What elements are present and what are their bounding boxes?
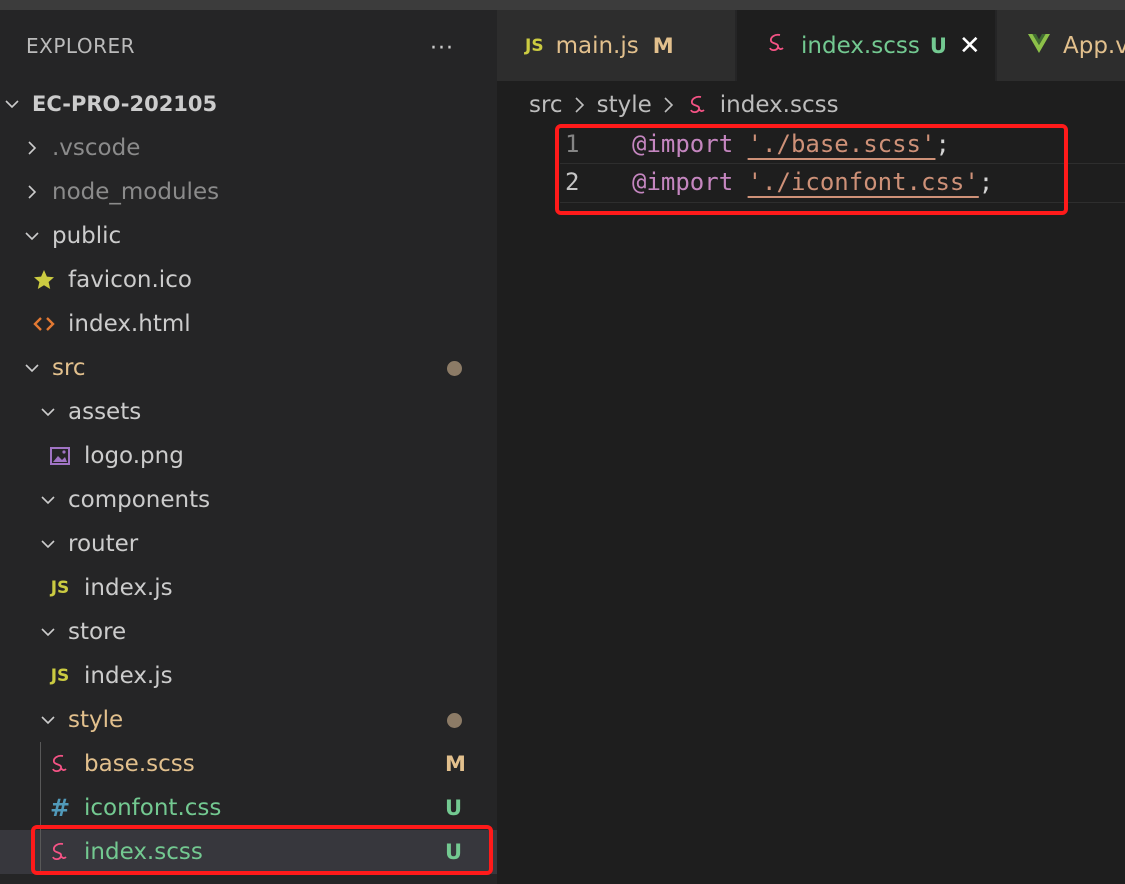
tree-folder-src[interactable]: src: [0, 346, 497, 390]
chevron-down-icon: [36, 522, 60, 566]
chevron-right-icon: [20, 126, 44, 170]
chevron-down-icon: [36, 610, 60, 654]
chevron-down-icon: [0, 82, 24, 126]
tree-item-label: components: [68, 487, 211, 513]
editor-tab-bar: JS main.js M index.scss U ✕ App.v: [497, 10, 1125, 81]
modified-dot: [447, 712, 462, 728]
sidebar-highlight-box: [31, 825, 493, 875]
chevron-down-icon: [36, 390, 60, 434]
chevron-down-icon: [20, 214, 44, 258]
breadcrumb: src style index.scss: [529, 88, 839, 122]
tree-file-base-scss[interactable]: base.scss M: [0, 742, 497, 786]
tree-file-index-html[interactable]: index.html: [0, 302, 497, 346]
tab-label: main.js: [555, 32, 639, 59]
tree-folder-store[interactable]: store: [0, 610, 497, 654]
breadcrumb-item[interactable]: style: [597, 92, 652, 118]
more-actions-icon[interactable]: ···: [430, 36, 454, 61]
tab-main-js[interactable]: JS main.js M: [497, 10, 735, 81]
tree-item-label: .vscode: [52, 135, 141, 161]
tree-item-label: style: [68, 707, 124, 733]
tree-file-store-index-js[interactable]: JS index.js: [0, 654, 497, 698]
tree-folder-node-modules[interactable]: node_modules: [0, 170, 497, 214]
tree-item-label: index.html: [68, 311, 191, 337]
tree-item-label: router: [68, 531, 139, 557]
tree-file-logo-png[interactable]: logo.png: [0, 434, 497, 478]
chevron-down-icon: [36, 478, 60, 522]
workspace-root[interactable]: EC-PRO-202105: [0, 82, 497, 126]
tree-folder-router[interactable]: router: [0, 522, 497, 566]
chevron-right-icon: [573, 96, 587, 114]
tab-index-scss[interactable]: index.scss U ✕: [737, 10, 995, 81]
tree-file-iconfont-css[interactable]: # iconfont.css U: [0, 786, 497, 830]
tree-item-label: logo.png: [84, 443, 184, 469]
explorer-header: EXPLORER: [0, 10, 497, 82]
explorer-title: EXPLORER: [26, 34, 135, 58]
tree-item-label: iconfont.css: [84, 795, 222, 821]
css-hash-icon: #: [49, 794, 71, 822]
git-status-untracked: U: [929, 33, 947, 58]
tree-item-label: node_modules: [52, 179, 220, 205]
tree-folder-style[interactable]: style: [0, 698, 497, 742]
js-icon: JS: [525, 35, 544, 56]
git-status-modified: M: [445, 752, 466, 776]
git-status-untracked: U: [445, 796, 463, 820]
tab-label: index.scss: [801, 32, 920, 59]
tree-item-label: public: [52, 223, 122, 249]
tree-item-label: index.js: [84, 663, 173, 689]
explorer-sidebar: EXPLORER ··· EC-PRO-202105 .vscode node_…: [0, 10, 497, 884]
tree-item-label: favicon.ico: [68, 267, 192, 293]
tree-file-router-index-js[interactable]: JS index.js: [0, 566, 497, 610]
git-status-modified: M: [652, 33, 674, 58]
tab-app-vue[interactable]: App.v: [997, 10, 1125, 81]
tree-item-label: store: [68, 619, 127, 645]
tree-file-favicon[interactable]: favicon.ico: [0, 258, 497, 302]
js-icon: JS: [50, 666, 70, 686]
chevron-right-icon: [662, 96, 676, 114]
sass-icon: [48, 742, 72, 786]
sass-icon: [686, 93, 710, 117]
tree-item-label: src: [52, 355, 86, 381]
close-icon[interactable]: ✕: [959, 31, 981, 61]
tree-folder-assets[interactable]: assets: [0, 390, 497, 434]
tree-folder-components[interactable]: components: [0, 478, 497, 522]
vue-icon: [1027, 31, 1051, 61]
tree-item-label: base.scss: [84, 751, 195, 777]
title-bar-strip: [0, 0, 1125, 10]
modified-dot: [447, 360, 462, 376]
chevron-down-icon: [36, 698, 60, 742]
js-icon: JS: [50, 578, 70, 598]
editor-highlight-box: [555, 124, 1068, 215]
star-icon: [32, 258, 56, 302]
breadcrumb-item[interactable]: index.scss: [720, 92, 839, 118]
chevron-right-icon: [20, 170, 44, 214]
tree-item-label: EC-PRO-202105: [32, 92, 218, 116]
tree-item-label: assets: [68, 399, 142, 425]
tree-folder-public[interactable]: public: [0, 214, 497, 258]
tree-item-label: index.js: [84, 575, 173, 601]
breadcrumb-item[interactable]: src: [529, 92, 563, 118]
html-brackets-icon: [32, 302, 56, 346]
chevron-down-icon: [20, 346, 44, 390]
tree-folder-vscode[interactable]: .vscode: [0, 126, 497, 170]
sass-icon: [765, 31, 789, 61]
tab-label: App.v: [1063, 32, 1125, 59]
image-icon: [48, 434, 72, 478]
